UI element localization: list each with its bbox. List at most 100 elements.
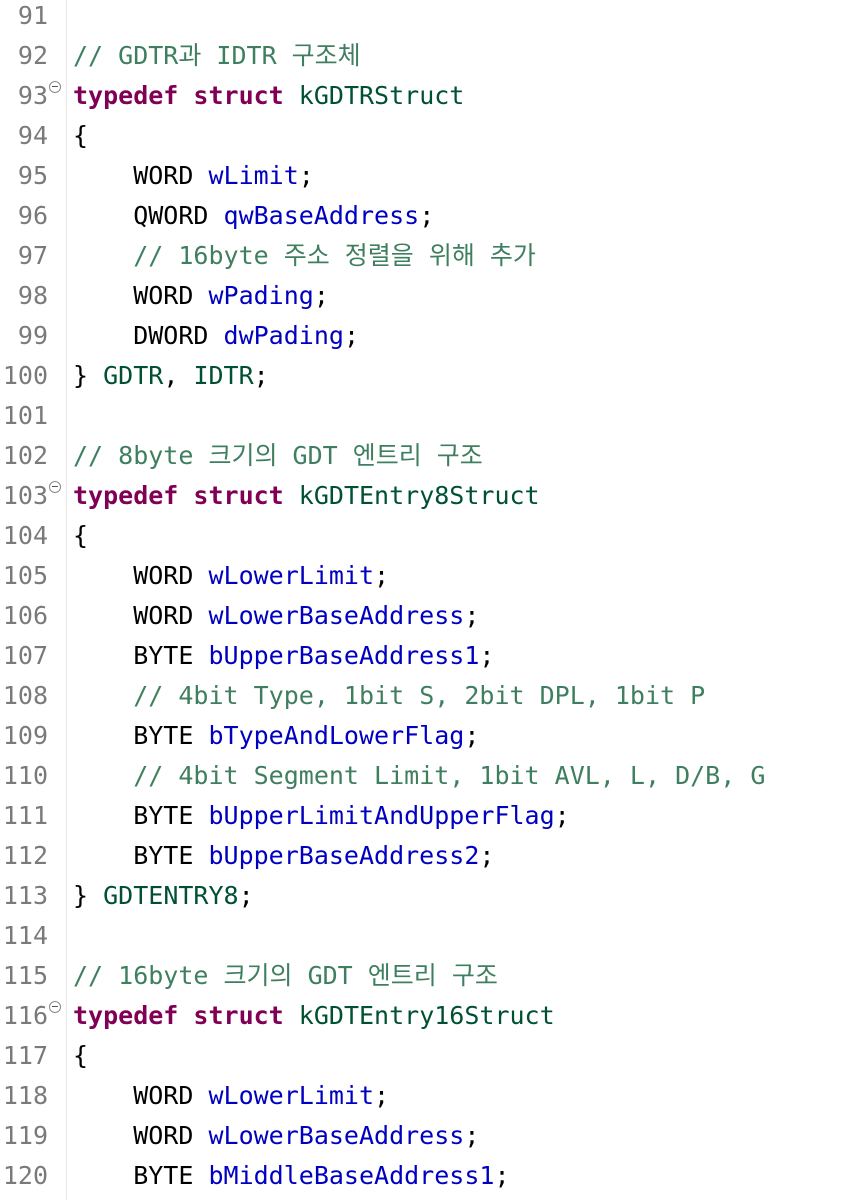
line-number: 108 — [2, 681, 48, 710]
keyword-token: struct — [193, 481, 284, 510]
code-text[interactable]: // GDTR과 IDTR 구조체 — [73, 36, 361, 76]
code-text[interactable]: } GDTENTRY8; — [73, 876, 254, 916]
keyword-token: struct — [193, 1001, 284, 1030]
fold-collapse-icon[interactable] — [49, 481, 61, 493]
code-line[interactable]: 104 { — [0, 516, 850, 556]
code-line[interactable]: 98 WORD wPading; — [0, 276, 850, 316]
line-number: 101 — [2, 401, 48, 430]
code-text[interactable]: // 8byte 크기의 GDT 엔트리 구조 — [73, 436, 483, 476]
plain-token: ; — [238, 881, 254, 910]
code-text[interactable]: // 4bit Type, 1bit S, 2bit DPL, 1bit P — [73, 676, 705, 716]
fold-collapse-icon[interactable] — [49, 81, 61, 93]
code-text[interactable]: { — [73, 516, 88, 556]
code-line[interactable]: 117 { — [0, 1036, 850, 1076]
code-text[interactable]: DWORD dwPading; — [73, 316, 359, 356]
code-line[interactable]: 119 WORD wLowerBaseAddress; — [0, 1116, 850, 1156]
code-line[interactable]: 95 WORD wLimit; — [0, 156, 850, 196]
type-name-token: GDTR — [103, 361, 164, 390]
code-line[interactable]: 100 } GDTR, IDTR; — [0, 356, 850, 396]
plain-token: ; — [298, 161, 314, 190]
code-line[interactable]: 109 BYTE bTypeAndLowerFlag; — [0, 716, 850, 756]
code-line[interactable]: 96 QWORD qwBaseAddress; — [0, 196, 850, 236]
comment-token: // 8byte 크기의 GDT 엔트리 구조 — [73, 441, 483, 470]
code-line[interactable]: 111 BYTE bUpperLimitAndUpperFlag; — [0, 796, 850, 836]
code-line[interactable]: 91 — [0, 0, 850, 36]
code-text[interactable]: { — [73, 116, 88, 156]
line-number: 100 — [2, 361, 48, 390]
code-line[interactable]: 113} GDTENTRY8; — [0, 876, 850, 916]
code-lines[interactable]: 91 92 // GDTR과 IDTR 구조체 93 typedef struct kG… — [0, 0, 850, 1196]
plain-token: } — [73, 881, 104, 910]
code-line[interactable]: 108 // 4bit Type, 1bit S, 2bit DPL, 1bit… — [0, 676, 850, 716]
code-line[interactable]: 97 // 16byte 주소 정렬을 위해 추가 — [0, 236, 850, 276]
code-line[interactable]: 94 { — [0, 116, 850, 156]
code-text[interactable]: WORD wLowerBaseAddress; — [73, 1116, 479, 1156]
code-text[interactable]: // 16byte 주소 정렬을 위해 추가 — [73, 236, 536, 276]
plain-token: ; — [374, 561, 390, 590]
code-text[interactable]: WORD wLowerLimit; — [73, 1076, 389, 1116]
field-name-token: bMiddleBaseAddress1 — [208, 1161, 495, 1190]
line-number: 104 — [2, 521, 48, 550]
code-line[interactable]: 116 typedef struct kGDTEntry16Struct — [0, 996, 850, 1036]
plain-token: BYTE — [73, 641, 209, 670]
code-text[interactable]: // 4bit Segment Limit, 1bit AVL, L, D/B,… — [73, 756, 765, 796]
keyword-token: typedef — [73, 81, 179, 110]
code-text[interactable]: typedef struct kGDTRStruct — [73, 76, 464, 116]
code-text[interactable]: typedef struct kGDTEntry16Struct — [73, 996, 555, 1036]
code-text[interactable]: // 16byte 크기의 GDT 엔트리 구조 — [73, 956, 498, 996]
plain-token: ; — [313, 281, 329, 310]
code-line[interactable]: 105 WORD wLowerLimit; — [0, 556, 850, 596]
field-name-token: qwBaseAddress — [223, 201, 420, 230]
code-line[interactable]: 99 DWORD dwPading; — [0, 316, 850, 356]
code-text[interactable]: WORD wLimit; — [73, 156, 314, 196]
code-line[interactable]: 118 WORD wLowerLimit; — [0, 1076, 850, 1116]
line-number: 97 — [17, 241, 48, 270]
code-line[interactable]: 93 typedef struct kGDTRStruct — [0, 76, 850, 116]
field-name-token: bUpperLimitAndUpperFlag — [208, 801, 555, 830]
line-number: 114 — [2, 921, 48, 950]
plain-token: ; — [494, 1161, 510, 1190]
code-text[interactable]: WORD wLowerBaseAddress; — [73, 596, 479, 636]
code-text[interactable]: WORD wPading; — [73, 276, 329, 316]
plain-token: DWORD — [73, 321, 224, 350]
code-text[interactable]: BYTE bTypeAndLowerFlag; — [73, 716, 479, 756]
line-number: 94 — [17, 121, 48, 150]
plain-token: ; — [464, 601, 480, 630]
code-line[interactable]: 114 — [0, 916, 850, 956]
line-number: 91 — [17, 1, 48, 30]
plain-token: ; — [464, 1121, 480, 1150]
code-text[interactable]: BYTE bUpperBaseAddress1; — [73, 636, 494, 676]
code-text[interactable]: } GDTR, IDTR; — [73, 356, 269, 396]
line-number: 103 — [2, 481, 48, 510]
field-name-token: bUpperBaseAddress1 — [208, 641, 480, 670]
code-line[interactable]: 101 — [0, 396, 850, 436]
code-line[interactable]: 106 WORD wLowerBaseAddress; — [0, 596, 850, 636]
code-text[interactable]: WORD wLowerLimit; — [73, 556, 389, 596]
code-line[interactable]: 110 // 4bit Segment Limit, 1bit AVL, L, … — [0, 756, 850, 796]
code-text[interactable]: QWORD qwBaseAddress; — [73, 196, 434, 236]
code-line[interactable]: 103 typedef struct kGDTEntry8Struct — [0, 476, 850, 516]
code-text[interactable]: typedef struct kGDTEntry8Struct — [73, 476, 540, 516]
comment-token: // 16byte 주소 정렬을 위해 추가 — [133, 241, 536, 270]
code-text[interactable]: BYTE bMiddleBaseAddress1; — [73, 1156, 510, 1196]
keyword-token: typedef — [73, 481, 179, 510]
field-name-token: wLowerBaseAddress — [208, 1121, 465, 1150]
code-text[interactable]: BYTE bUpperBaseAddress2; — [73, 836, 494, 876]
code-line[interactable]: 120 BYTE bMiddleBaseAddress1; — [0, 1156, 850, 1196]
plain-token: WORD — [73, 561, 209, 590]
line-number: 105 — [2, 561, 48, 590]
line-number: 99 — [17, 321, 48, 350]
code-text[interactable]: BYTE bUpperLimitAndUpperFlag; — [73, 796, 570, 836]
code-line[interactable]: 112 BYTE bUpperBaseAddress2; — [0, 836, 850, 876]
field-name-token: wLowerLimit — [208, 1081, 375, 1110]
code-line[interactable]: 102 // 8byte 크기의 GDT 엔트리 구조 — [0, 436, 850, 476]
code-line[interactable]: 92 // GDTR과 IDTR 구조체 — [0, 36, 850, 76]
code-editor[interactable]: 91 92 // GDTR과 IDTR 구조체 93 typedef struct kG… — [0, 0, 850, 1200]
code-line[interactable]: 115 // 16byte 크기의 GDT 엔트리 구조 — [0, 956, 850, 996]
fold-collapse-icon[interactable] — [49, 1001, 61, 1013]
code-text[interactable]: { — [73, 1036, 88, 1076]
code-line[interactable]: 107 BYTE bUpperBaseAddress1; — [0, 636, 850, 676]
